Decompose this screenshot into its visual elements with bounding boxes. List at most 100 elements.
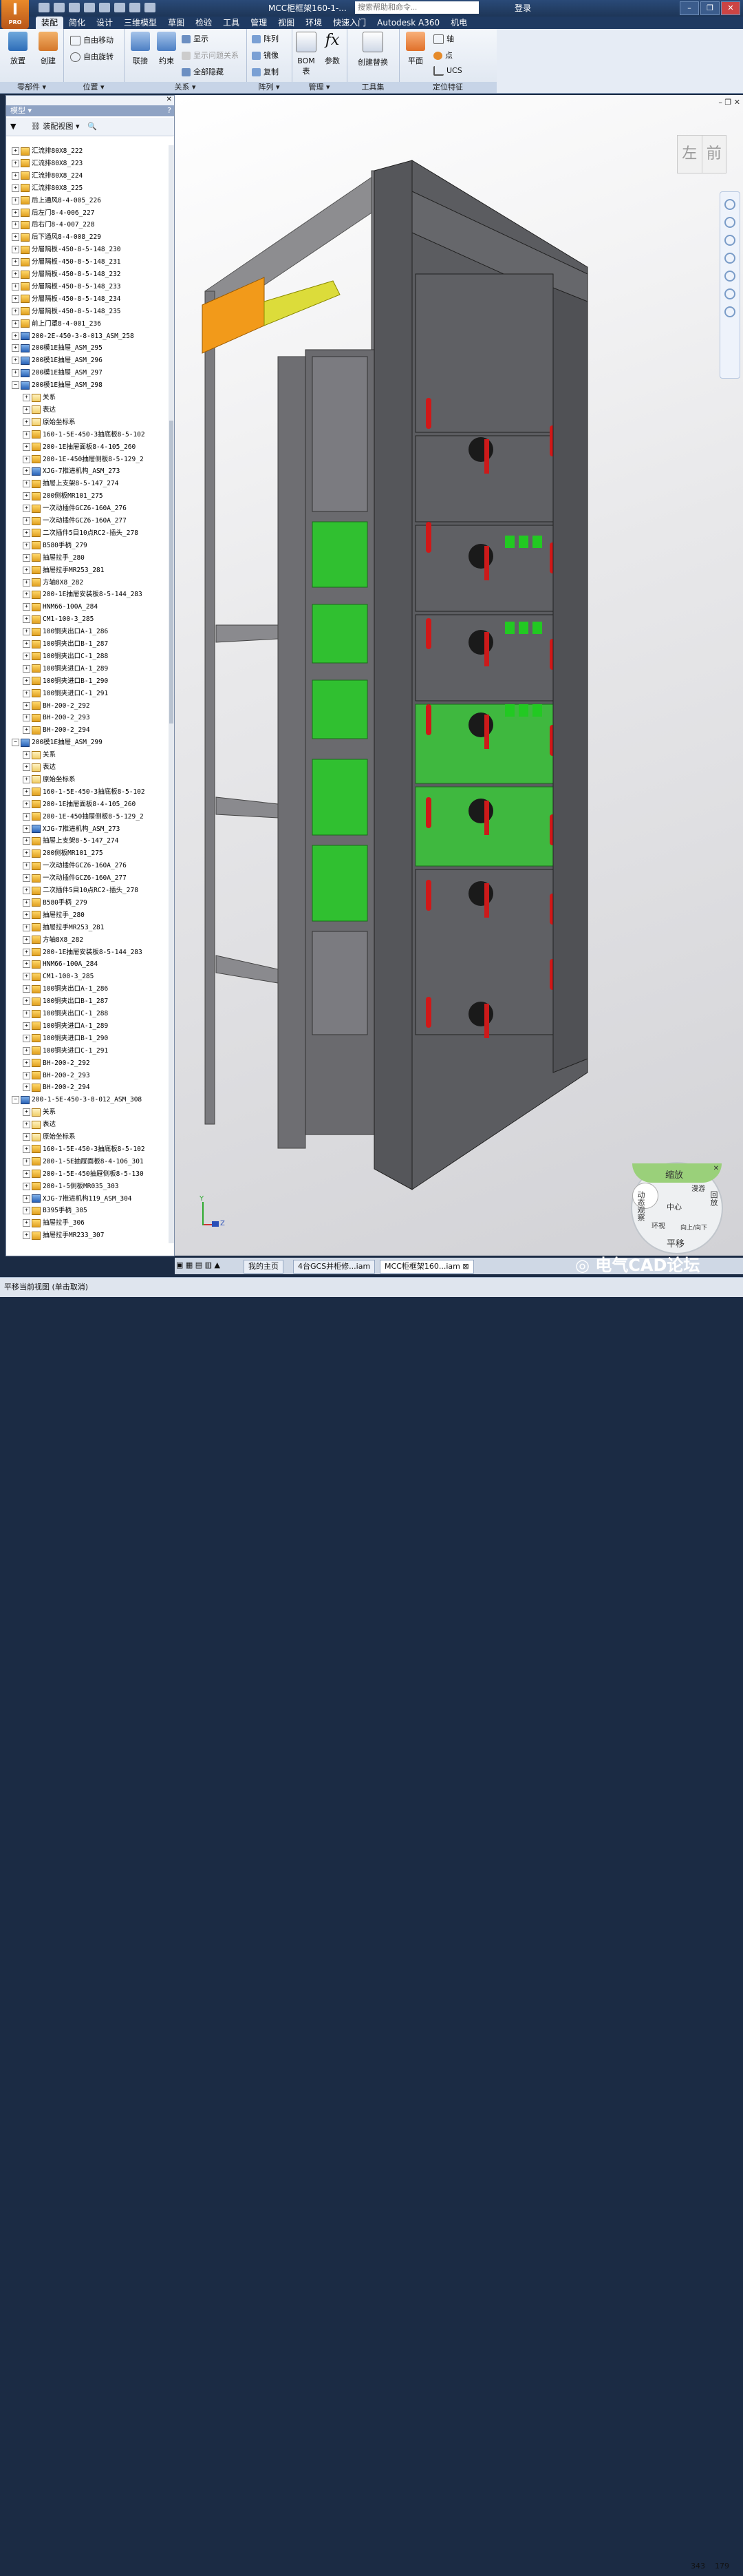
expand-toggle-icon[interactable]: +	[23, 1034, 30, 1042]
expand-toggle-icon[interactable]: +	[12, 246, 19, 254]
tab-gcs-assembly[interactable]: 4台GCS并柜修...iam	[293, 1260, 376, 1274]
wheel-pan[interactable]: 平移	[667, 1236, 685, 1249]
expand-toggle-icon[interactable]: +	[12, 319, 19, 328]
tree-node[interactable]: + BH-200-2_293	[23, 1070, 90, 1082]
graphics-window[interactable]: – ❐ ✕ 左 前 缩放 中心 动态观察 回放 漫游 向上/向下 环视 平移 ✕…	[175, 95, 743, 1256]
expand-toggle-icon[interactable]: +	[23, 529, 30, 537]
wheel-look[interactable]: 环视	[652, 1220, 665, 1230]
filter-icon[interactable]: ▼	[10, 122, 16, 131]
tree-node[interactable]: + B580手柄_279	[23, 897, 87, 909]
expand-toggle-icon[interactable]: +	[23, 591, 30, 599]
tree-node[interactable]: + 抽屉拉手MR233_307	[23, 1229, 104, 1242]
axis-button[interactable]: 轴	[433, 33, 454, 44]
tab-4[interactable]: 草图	[162, 17, 190, 29]
tab-9[interactable]: 环境	[300, 17, 327, 29]
tree-node[interactable]: +200-1E抽屉安装板8-5-144_283	[23, 947, 142, 959]
expand-toggle-icon[interactable]: +	[23, 911, 30, 919]
tree-node[interactable]: +200-1E抽屉安装板8-5-144_283	[23, 589, 142, 601]
restore-button[interactable]: ❐	[700, 1, 720, 15]
constrain-button[interactable]: 约束	[153, 32, 180, 66]
tree-node[interactable]: + 抽屉拉手_280	[23, 909, 85, 922]
tree-node[interactable]: +160-1-5E-450-3抽底板8-5-102	[23, 786, 145, 799]
expand-toggle-icon[interactable]: +	[23, 837, 30, 845]
expand-toggle-icon[interactable]: +	[23, 517, 30, 525]
tree-node[interactable]: +100铜夹出口C-1_288	[23, 1008, 108, 1020]
wheel-walk[interactable]: 漫游	[691, 1183, 705, 1193]
expand-toggle-icon[interactable]: +	[23, 1121, 30, 1129]
expand-toggle-icon[interactable]: +	[23, 1194, 30, 1203]
tree-node[interactable]: + 抽屉上支架8-5-147_274	[23, 835, 118, 847]
close-icon[interactable]: ✕	[166, 96, 174, 103]
expand-toggle-icon[interactable]: +	[12, 221, 19, 229]
show-button[interactable]: 显示	[182, 33, 208, 44]
tree-node[interactable]: + 抽屉拉手_306	[23, 1217, 85, 1229]
tab-3[interactable]: 三维模型	[118, 17, 162, 29]
tree-node[interactable]: +200-1-5侧板MR035_303	[23, 1181, 119, 1193]
panel-position-title[interactable]: 位置 ▾	[63, 82, 124, 93]
wheel-rewind[interactable]: 回放	[708, 1191, 719, 1206]
expand-toggle-icon[interactable]: +	[23, 862, 30, 870]
tab-layout-icons[interactable]: ▣ ▦ ▤ ▥ ▲	[176, 1260, 220, 1269]
tree-node[interactable]: + 关系	[23, 1106, 56, 1119]
expand-toggle-icon[interactable]: +	[12, 196, 19, 204]
login-link[interactable]: 登录	[515, 2, 531, 14]
select-icon[interactable]	[144, 3, 155, 12]
tree-node[interactable]: + 后下通风8-4-008_229	[12, 231, 101, 244]
ucs-button[interactable]: UCS	[433, 66, 462, 76]
expand-toggle-icon[interactable]: +	[23, 443, 30, 451]
tree-node[interactable]: +200-1-5E-450抽屉侧板8-5-130	[23, 1168, 144, 1181]
tree-node[interactable]: + 前上门罩8-4-001_236	[12, 318, 101, 330]
expand-toggle-icon[interactable]: +	[12, 184, 19, 192]
tree-node[interactable]: +100铜夹出口B-1_287	[23, 638, 108, 651]
tree-node[interactable]: + CM1-100-3_285	[23, 613, 94, 626]
tree-node[interactable]: +200-1E-450抽屉侧板8-5-129_2	[23, 811, 144, 823]
expand-toggle-icon[interactable]: +	[12, 369, 19, 377]
hide-all-button[interactable]: 全部隐藏	[182, 66, 224, 77]
expand-toggle-icon[interactable]: +	[12, 332, 19, 340]
tree-node[interactable]: +200-2E-450-3-8-013_ASM_258	[12, 330, 134, 343]
expand-toggle-icon[interactable]: +	[23, 1145, 30, 1153]
expand-toggle-icon[interactable]: +	[23, 1219, 30, 1227]
tree-node[interactable]: + 原始坐标系	[23, 774, 76, 786]
expand-toggle-icon[interactable]: +	[12, 357, 19, 365]
expand-toggle-icon[interactable]: +	[23, 467, 30, 476]
expand-toggle-icon[interactable]: +	[12, 147, 19, 155]
tab-11[interactable]: Autodesk A360	[372, 17, 445, 29]
close-icon[interactable]: ✕	[713, 1165, 719, 1172]
expand-toggle-icon[interactable]: +	[12, 344, 19, 352]
tree-node[interactable]: +200模1E抽屉_ASM_296	[12, 355, 103, 367]
free-rotate-button[interactable]: 自由旋转	[70, 51, 114, 62]
expand-toggle-icon[interactable]: +	[12, 271, 19, 278]
tree-node[interactable]: + 抽屉上支架8-5-147_274	[23, 478, 118, 490]
tree-node[interactable]: − 200模1E抽屉_ASM_298	[12, 379, 103, 392]
tree-node[interactable]: − 200模1E抽屉_ASM_299	[12, 737, 103, 749]
bom-button[interactable]: BOM 表	[293, 32, 319, 76]
redo-icon[interactable]	[99, 3, 110, 12]
tree-node[interactable]: + 汇流排80X8_224	[12, 170, 83, 182]
tree-node[interactable]: + 后上通风8-4-005_226	[12, 195, 101, 207]
tree-node[interactable]: + 后左门8-4-006_227	[12, 207, 94, 220]
wheel-up-down[interactable]: 向上/向下	[680, 1223, 707, 1232]
close-icon[interactable]: ⊠	[462, 1262, 469, 1271]
panel-components-title[interactable]: 零部件 ▾	[0, 82, 63, 93]
tab-10[interactable]: 快速入门	[327, 17, 372, 29]
tree-node[interactable]: + 方轴8X8_282	[23, 934, 83, 947]
expand-toggle-icon[interactable]: +	[23, 405, 30, 414]
expand-toggle-icon[interactable]: −	[12, 739, 19, 747]
tree-node[interactable]: + 原始坐标系	[23, 1131, 76, 1143]
place-button[interactable]: 放置	[4, 32, 32, 66]
wheel-orbit[interactable]: 动态观察	[635, 1191, 646, 1221]
tree-node[interactable]: + 表达	[23, 1119, 56, 1131]
expand-toggle-icon[interactable]: +	[23, 628, 30, 636]
expand-toggle-icon[interactable]: +	[23, 701, 30, 710]
home-icon[interactable]	[114, 3, 125, 12]
tab-6[interactable]: 工具	[217, 17, 245, 29]
expand-toggle-icon[interactable]: +	[23, 578, 30, 587]
expand-toggle-icon[interactable]: +	[23, 1084, 30, 1092]
expand-toggle-icon[interactable]: +	[23, 1232, 30, 1240]
expand-toggle-icon[interactable]: +	[23, 455, 30, 463]
tab-0[interactable]: 装配	[36, 17, 64, 29]
tab-8[interactable]: 视图	[272, 17, 300, 29]
assembly-view-dropdown[interactable]: 装配视图	[43, 122, 73, 131]
tree-node[interactable]: + B580手柄_279	[23, 540, 87, 552]
